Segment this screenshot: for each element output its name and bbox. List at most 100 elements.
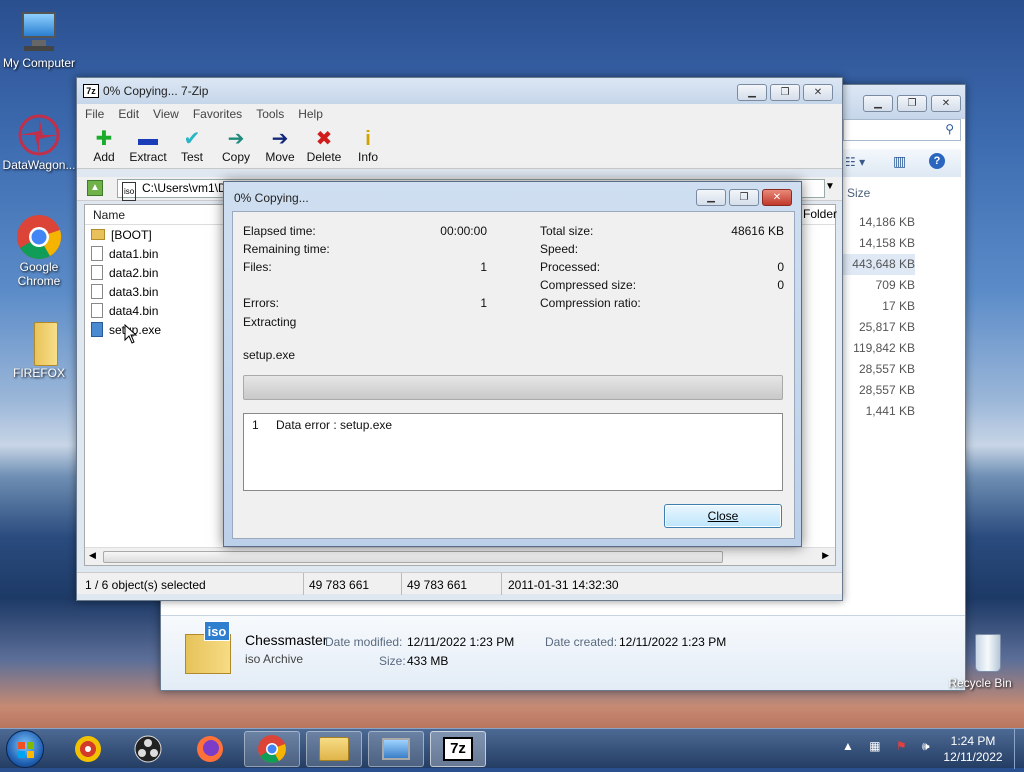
size-cell: 28,557 KB: [858, 362, 915, 376]
maximize-button[interactable]: ❐: [897, 95, 927, 112]
file-name: data1.bin: [109, 246, 159, 261]
copy-button[interactable]: ➔ Copy: [217, 128, 255, 164]
test-button[interactable]: ✔ Test: [173, 128, 211, 164]
scroll-right-icon[interactable]: ▶: [822, 550, 829, 561]
info-label: Info: [357, 150, 378, 164]
status-date: 2011-01-31 14:32:30: [508, 578, 619, 592]
horizontal-scrollbar[interactable]: ◀ ▶: [85, 547, 835, 565]
view-menu-icon[interactable]: ☷ ▾: [845, 155, 865, 169]
add-label: Add: [93, 150, 115, 164]
dialog-minimize-button[interactable]: ▁: [696, 189, 726, 206]
total-size-value: 48616 KB: [731, 224, 784, 238]
status-selected: 1 / 6 object(s) selected: [85, 578, 206, 592]
desktop-icon-firefox-folder[interactable]: FIREFOX: [0, 320, 78, 380]
taskbar-firefox-button[interactable]: [182, 731, 238, 767]
size-cell: 17 KB: [882, 299, 915, 313]
status-size: 49 783 661: [309, 578, 370, 592]
clock[interactable]: 1:24 PM 12/11/2022: [938, 733, 1008, 765]
chrome-icon: [258, 735, 286, 763]
copy-arrow-icon: ➔: [227, 128, 245, 150]
clock-time: 1:24 PM: [950, 734, 996, 748]
scroll-left-icon[interactable]: ◀: [89, 550, 96, 561]
up-folder-icon[interactable]: ▲: [87, 180, 103, 196]
sevenzip-titlebar[interactable]: 7z 0% Copying... 7-Zip: [77, 78, 842, 104]
move-arrow-icon: ➔: [271, 128, 289, 150]
dialog-body: Elapsed time: 00:00:00 Remaining time: F…: [232, 211, 795, 539]
datawagon-icon: [16, 112, 62, 158]
taskbar-explorer-button[interactable]: [306, 731, 362, 767]
folder-column-header[interactable]: Folder: [803, 207, 837, 221]
extract-button[interactable]: ▬ Extract: [129, 128, 167, 164]
menu-file[interactable]: File: [85, 107, 104, 121]
log-index: 1: [252, 418, 259, 432]
copy-progress-dialog[interactable]: 0% Copying... ▁ ❐ ✕ Elapsed time: 00:00:…: [223, 181, 802, 547]
compressed-size-value: 0: [777, 278, 784, 292]
taskbar-obs-button[interactable]: [120, 731, 176, 767]
desktop-icon-my-computer[interactable]: My Computer: [0, 10, 78, 70]
minimize-button[interactable]: ▁: [737, 84, 767, 101]
desktop-icon-recycle-bin[interactable]: Recycle Bin: [940, 630, 1020, 690]
plus-icon: ✚: [95, 128, 113, 150]
taskbar-datawagon-button[interactable]: [60, 731, 116, 767]
preview-pane-icon[interactable]: ▥: [893, 153, 906, 170]
taskbar-chrome-button[interactable]: [244, 731, 300, 767]
minimize-button[interactable]: ▁: [863, 95, 893, 112]
show-desktop-button[interactable]: [1014, 729, 1024, 769]
size-cell: 28,557 KB: [858, 383, 915, 397]
error-log[interactable]: 1 Data error : setup.exe: [243, 413, 783, 491]
elapsed-label: Elapsed time:: [243, 224, 316, 238]
action-center-icon[interactable]: ⚑: [896, 739, 913, 753]
computer-icon: [16, 10, 62, 56]
menu-favorites[interactable]: Favorites: [193, 107, 242, 121]
size-cell: 14,158 KB: [858, 236, 915, 250]
menu-view[interactable]: View: [153, 107, 179, 121]
show-hidden-icons-icon[interactable]: ▲: [842, 739, 860, 753]
processed-value: 0: [777, 260, 784, 274]
delete-icon: ✖: [315, 128, 333, 150]
desktop-icon-datawagon[interactable]: DataWagon...: [0, 112, 78, 172]
add-button[interactable]: ✚ Add: [85, 128, 123, 164]
help-icon[interactable]: ?: [929, 153, 945, 169]
iso-file-icon: iso: [185, 621, 231, 674]
menu-edit[interactable]: Edit: [118, 107, 139, 121]
speed-label: Speed:: [540, 242, 579, 256]
processed-label: Processed:: [540, 260, 601, 274]
action-text: Extracting: [243, 315, 297, 329]
menu-tools[interactable]: Tools: [256, 107, 284, 121]
dialog-maximize-button[interactable]: ❐: [729, 189, 759, 206]
move-button[interactable]: ➔ Move: [261, 128, 299, 164]
files-value: 1: [480, 260, 487, 274]
info-button[interactable]: i Info: [349, 128, 387, 164]
search-box[interactable]: ⚲: [843, 119, 961, 141]
taskbar-control-panel-button[interactable]: [368, 731, 424, 767]
network-icon[interactable]: ▦: [869, 739, 886, 753]
folder-icon: [16, 320, 62, 366]
taskbar-7zip-button[interactable]: 7z: [430, 731, 486, 767]
size-column-header[interactable]: Size: [847, 186, 870, 200]
volume-icon[interactable]: 🕪: [922, 739, 936, 753]
maximize-button[interactable]: ❐: [770, 84, 800, 101]
recycle-bin-icon: [957, 630, 1003, 676]
errors-label: Errors:: [243, 296, 279, 310]
chrome-icon: [16, 214, 62, 260]
close-label: Close: [707, 509, 739, 523]
size-cell: 119,842 KB: [853, 341, 915, 355]
path-dropdown-icon[interactable]: ▼: [825, 181, 835, 192]
close-button[interactable]: ✕: [803, 84, 833, 101]
desktop-icon-label: DataWagon...: [2, 158, 76, 172]
copy-label: Copy: [221, 150, 250, 164]
scrollbar-thumb[interactable]: [103, 551, 723, 563]
dialog-close-button[interactable]: ✕: [762, 189, 792, 206]
desktop-icon-chrome[interactable]: Google Chrome: [0, 214, 78, 288]
start-button[interactable]: [6, 730, 44, 768]
sevenzip-title: 0% Copying... 7-Zip: [103, 84, 209, 98]
details-created-label: Date created:: [545, 635, 618, 649]
close-button[interactable]: ✕: [931, 95, 961, 112]
menu-help[interactable]: Help: [298, 107, 323, 121]
delete-button[interactable]: ✖ Delete: [305, 128, 343, 164]
close-dialog-button[interactable]: Close: [664, 504, 782, 528]
obs-icon: [134, 735, 162, 763]
details-pane: iso Chessmaster iso Archive Date modifie…: [161, 615, 965, 690]
desktop-icon-label: FIREFOX: [12, 366, 65, 380]
details-size-label: Size:: [379, 654, 406, 668]
